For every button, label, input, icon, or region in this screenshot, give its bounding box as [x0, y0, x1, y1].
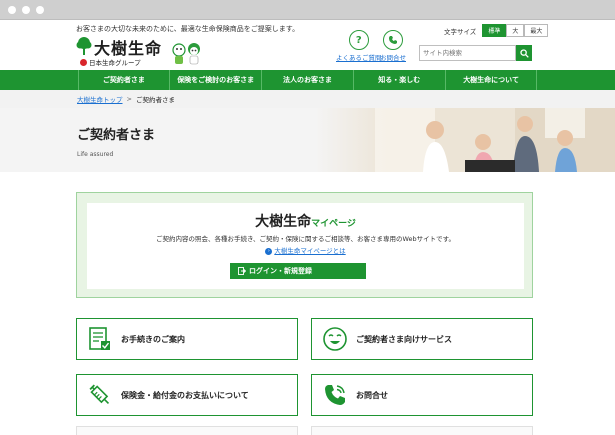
tree-logo-icon [76, 37, 92, 55]
font-size-switcher: 文字サイズ 標準 大 最大 [444, 24, 549, 37]
phone-icon [322, 382, 348, 408]
card-services[interactable]: ご契約者さま向けサービス [311, 318, 533, 360]
global-nav-inner: ご契約者さま 保険をご検討のお客さま 法人のお客さま 知る・楽しむ 大樹生命につ… [77, 70, 538, 90]
window-dot-minimize[interactable] [22, 5, 30, 14]
nav-item-learn-enjoy[interactable]: 知る・楽しむ [352, 70, 445, 90]
breadcrumb-separator: > [126, 95, 132, 103]
login-icon [238, 267, 246, 275]
card-procedures-label: お手続きのご案内 [121, 334, 185, 344]
browser-window: お客さまの大切な未来のために、最適な生命保険商品をご提案します。 大樹生命 日本… [0, 0, 615, 435]
logo-group-text: 日本生命グループ [80, 57, 141, 67]
next-card-row-right [311, 426, 533, 435]
next-card-row-left [76, 426, 298, 435]
card-procedures[interactable]: お手続きのご案内 [76, 318, 298, 360]
mypage-title-main: 大樹生命 [255, 214, 312, 230]
search-icon [519, 48, 529, 58]
document-check-icon [87, 326, 113, 352]
faq-label: よくあるご質問 [336, 54, 382, 62]
search-button[interactable] [516, 45, 532, 61]
font-size-standard-button[interactable]: 標準 [482, 24, 507, 37]
nav-item-prospective[interactable]: 保険をご検討のお客さま [169, 70, 261, 90]
contact-label: お問合せ [380, 54, 406, 62]
nav-item-policyholders[interactable]: ご契約者さま [77, 70, 170, 90]
mypage-panel: 大樹生命マイページ ご契約内容の照会、各種お手続き、ご契約・保険に関するご相談等… [76, 192, 533, 298]
site-search [419, 45, 534, 61]
global-nav: ご契約者さま 保険をご検討のお客さま 法人のお客さま 知る・楽しむ 大樹生命につ… [0, 70, 615, 90]
page-hero: ご契約者さま Life assured [0, 108, 615, 172]
card-claims[interactable]: 保険金・給付金のお支払いについて [76, 374, 298, 416]
card-contact-label: お問合せ [356, 390, 388, 400]
syringe-icon [87, 382, 113, 408]
browser-chrome [0, 0, 615, 20]
card-services-label: ご契約者さま向けサービス [356, 334, 452, 344]
breadcrumb-home-link[interactable]: 大樹生命トップ [77, 94, 123, 104]
phone-bubble-icon [383, 30, 403, 50]
mypage-about-label: 大樹生命マイページとは [274, 247, 346, 255]
smiley-icon [322, 326, 348, 352]
logo-group-label: 日本生命グループ [89, 59, 141, 67]
page-subtitle: Life assured [77, 151, 114, 158]
logo-text: 大樹生命 [94, 39, 163, 58]
breadcrumb: 大樹生命トップ > ご契約者さま [0, 90, 615, 108]
mypage-description: ご契約内容の照会、各種お手続き、ご契約・保険に関するご相談等、お客さま専用のWe… [155, 235, 456, 243]
mascot-characters-icon [172, 43, 200, 65]
breadcrumb-current: ご契約者さま [135, 96, 175, 104]
font-size-large-button[interactable]: 大 [506, 24, 525, 37]
faq-link[interactable]: ? よくあるご質問 [336, 30, 382, 62]
arrow-circle-icon: › [265, 247, 273, 255]
login-register-button[interactable]: ログイン・新規登録 [230, 263, 366, 279]
nihon-seimei-mark-icon [80, 58, 87, 66]
family-photo [315, 108, 615, 172]
mypage-title-accent: マイページ [311, 219, 356, 229]
nav-item-corporate[interactable]: 法人のお客さま [261, 70, 353, 90]
web-page: お客さまの大切な未来のために、最適な生命保険商品をご提案します。 大樹生命 日本… [0, 20, 615, 435]
header-tagline: お客さまの大切な未来のために、最適な生命保険商品をご提案します。 [76, 25, 300, 33]
page-title: ご契約者さま [77, 128, 156, 143]
mypage-about-link[interactable]: › 大樹生命マイページとは [87, 245, 524, 255]
font-size-max-button[interactable]: 最大 [524, 24, 549, 37]
login-register-label: ログイン・新規登録 [249, 267, 312, 275]
mypage-title: 大樹生命マイページ [87, 211, 524, 231]
window-dot-maximize[interactable] [36, 5, 44, 14]
font-size-label: 文字サイズ [444, 27, 477, 36]
search-input[interactable] [419, 45, 516, 61]
card-claims-label: 保険金・給付金のお支払いについて [121, 390, 249, 400]
window-dot-close[interactable] [8, 5, 16, 14]
contact-link[interactable]: お問合せ [380, 30, 406, 62]
mypage-inner: 大樹生命マイページ ご契約内容の照会、各種お手続き、ご契約・保険に関するご相談等… [87, 203, 524, 289]
nav-item-about[interactable]: 大樹生命について [444, 70, 538, 90]
question-bubble-icon: ? [348, 30, 369, 50]
card-contact[interactable]: お問合せ [311, 374, 533, 416]
